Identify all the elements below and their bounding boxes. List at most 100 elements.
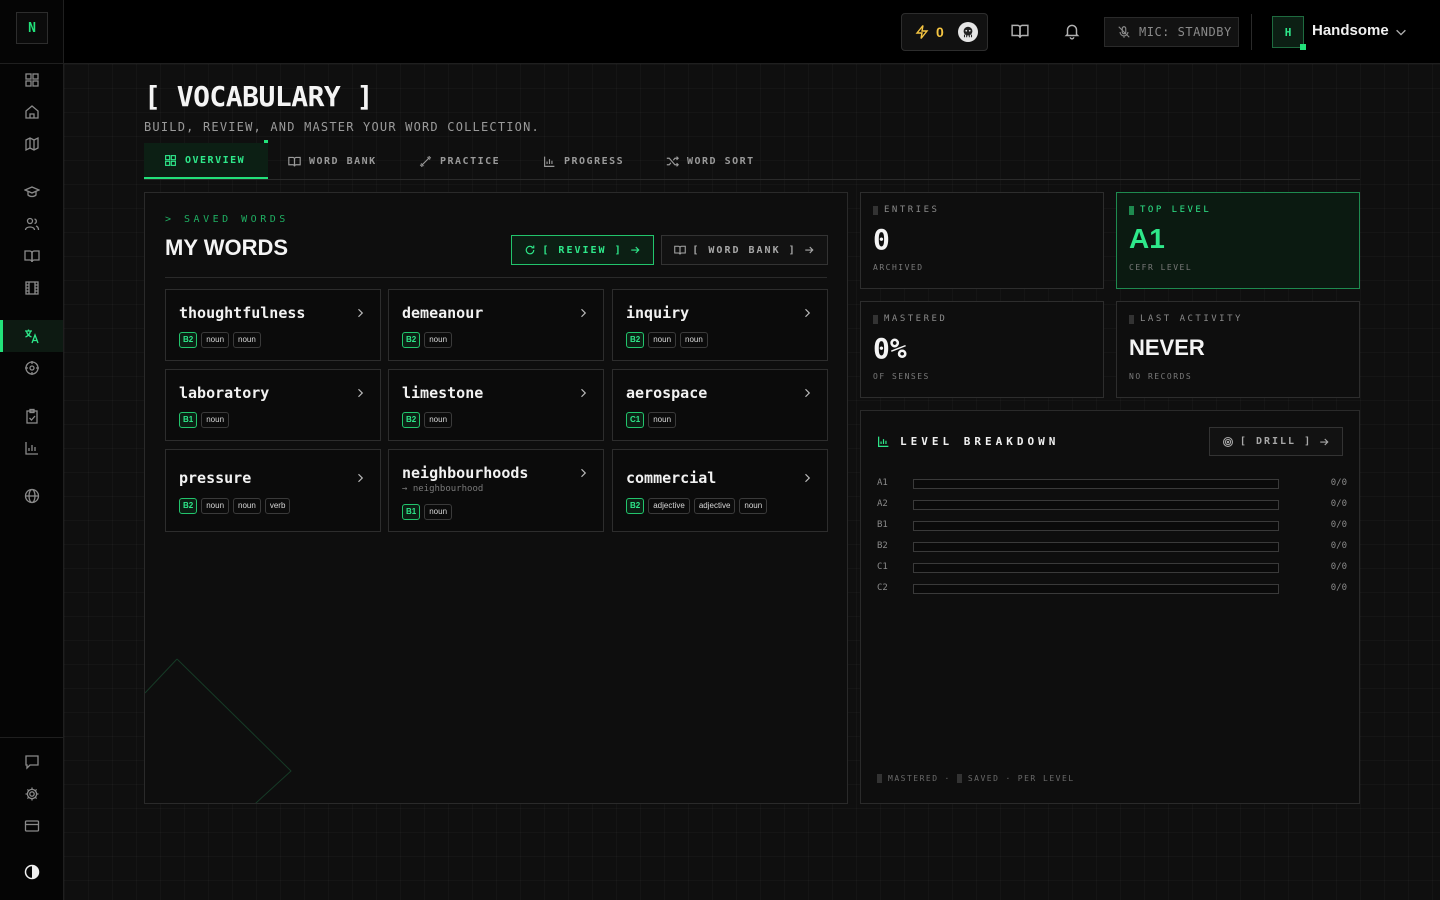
word-text: neighbourhoods xyxy=(402,464,529,482)
entries-value: 0 xyxy=(873,223,890,256)
level-row: B2 0/0 xyxy=(877,541,1347,553)
page-title: [ VOCABULARY ] xyxy=(144,80,374,113)
word-text: commercial xyxy=(626,469,717,487)
word-tags: C1 noun xyxy=(626,412,677,428)
word-card[interactable]: thoughtfulness B2 noun noun xyxy=(165,289,381,361)
cefr-level-badge: B2 xyxy=(626,332,645,348)
word-card[interactable]: aerospace C1 noun xyxy=(612,369,828,441)
part-of-speech-tag: noun xyxy=(424,412,453,428)
dashboard-icon[interactable] xyxy=(20,68,44,92)
theme-toggle-icon[interactable] xyxy=(20,860,44,884)
card-icon[interactable] xyxy=(20,814,44,838)
part-of-speech-tag: adjective xyxy=(693,498,736,514)
translate-icon[interactable] xyxy=(20,324,44,348)
globe-icon[interactable] xyxy=(20,484,44,508)
cefr-level-badge: B2 xyxy=(626,498,645,514)
dashboard-icon xyxy=(165,154,176,166)
mic-label: MIC: STANDBY xyxy=(1139,25,1232,39)
word-bank-button[interactable]: [ WORD BANK ] xyxy=(661,235,828,265)
level-count: 0/0 xyxy=(1330,478,1347,488)
level-count: 0/0 xyxy=(1330,562,1347,572)
book-icon[interactable] xyxy=(20,244,44,268)
part-of-speech-tag: noun xyxy=(648,412,677,428)
part-of-speech-tag: noun xyxy=(680,332,708,348)
sidebar: N xyxy=(0,0,64,900)
tab-label: WORD SORT xyxy=(687,155,755,167)
word-card[interactable]: demeanour B2 noun xyxy=(388,289,604,361)
word-lemma: → neighbourhood xyxy=(402,484,484,494)
review-button[interactable]: [ REVIEW ] xyxy=(511,235,654,265)
entries-stat-card: ENTRIES 0 ARCHIVED xyxy=(860,192,1104,289)
part-of-speech-tag: noun xyxy=(233,332,261,348)
level-row: B1 0/0 xyxy=(877,520,1347,532)
breakdown-legend: MASTERED · SAVED · PER LEVEL xyxy=(877,774,1075,783)
word-card[interactable]: laboratory B1 noun xyxy=(165,369,381,441)
xp-counter[interactable]: 0 xyxy=(901,13,988,51)
level-row: C1 0/0 xyxy=(877,562,1347,574)
word-card[interactable]: pressure B2 noun noun verb xyxy=(165,449,381,532)
last-activity-stat-card: LAST ACTIVITY NEVER NO RECORDS xyxy=(1116,301,1360,398)
legend-saved: SAVED xyxy=(967,774,1000,783)
chat-icon[interactable] xyxy=(20,750,44,774)
level-count: 0/0 xyxy=(1330,520,1347,530)
tab-progress[interactable]: PROGRESS xyxy=(523,143,644,179)
clipboard-icon[interactable] xyxy=(20,404,44,428)
cefr-level-badge: B2 xyxy=(179,332,198,348)
chevron-right-icon xyxy=(581,388,587,398)
level-label: C1 xyxy=(877,562,888,572)
part-of-speech-tag: noun xyxy=(201,498,230,514)
level-progress-bar xyxy=(913,521,1279,531)
settings-icon[interactable] xyxy=(20,782,44,806)
cefr-level-badge: B1 xyxy=(402,504,421,520)
word-tags: B2 noun xyxy=(402,332,453,348)
section-divider xyxy=(165,277,827,278)
mic-status[interactable]: MIC: STANDBY xyxy=(1104,17,1239,47)
cefr-level-badge: C1 xyxy=(626,412,645,428)
word-tags: B1 noun xyxy=(179,412,230,428)
target-icon[interactable] xyxy=(20,356,44,380)
tab-label: PRACTICE xyxy=(440,155,501,167)
bell-icon[interactable] xyxy=(1063,22,1081,40)
word-card[interactable]: inquiry B2 noun noun xyxy=(612,289,828,361)
tab-practice[interactable]: PRACTICE xyxy=(399,143,520,179)
user-name[interactable]: Handsome xyxy=(1312,22,1389,39)
book-open-icon[interactable] xyxy=(1011,22,1029,40)
drill-button[interactable]: [ DRILL ] xyxy=(1209,427,1343,456)
chevron-right-icon xyxy=(805,473,811,483)
bar-chart-icon[interactable] xyxy=(20,436,44,460)
chevron-down-icon[interactable] xyxy=(1394,25,1408,39)
arrow-right-icon xyxy=(1320,438,1329,445)
lightning-icon xyxy=(915,25,929,39)
part-of-speech-tag: noun xyxy=(201,412,230,428)
part-of-speech-tag: noun xyxy=(648,332,677,348)
tab-word-sort[interactable]: WORD SORT xyxy=(646,143,775,179)
tab-overview[interactable]: OVERVIEW xyxy=(144,143,268,179)
level-row: C2 0/0 xyxy=(877,583,1347,595)
word-text: thoughtfulness xyxy=(179,304,306,322)
film-icon[interactable] xyxy=(20,276,44,300)
decorative-diamond xyxy=(145,658,292,803)
word-card[interactable]: commercial B2 adjective adjective noun xyxy=(612,449,828,532)
part-of-speech-tag: noun xyxy=(233,498,261,514)
home-icon[interactable] xyxy=(20,100,44,124)
word-card[interactable]: limestone B2 noun xyxy=(388,369,604,441)
stat-footnote: OF SENSES xyxy=(873,372,930,381)
app-logo[interactable]: N xyxy=(16,12,48,44)
section-title: MY WORDS xyxy=(165,235,289,260)
shuffle-icon xyxy=(666,155,679,167)
users-icon[interactable] xyxy=(20,212,44,236)
graduation-cap-icon[interactable] xyxy=(20,180,44,204)
refresh-icon xyxy=(526,245,535,255)
map-icon[interactable] xyxy=(20,132,44,156)
level-label: B2 xyxy=(877,541,888,551)
part-of-speech-tag: noun xyxy=(739,498,768,514)
chevron-right-icon xyxy=(805,388,811,398)
online-indicator xyxy=(1300,44,1306,50)
level-progress-bar xyxy=(913,500,1279,510)
drill-button-label: [ DRILL ] xyxy=(1239,436,1313,447)
word-text: aerospace xyxy=(626,384,708,402)
tab-word-bank[interactable]: WORD BANK xyxy=(268,143,397,179)
word-tags: B2 adjective adjective noun xyxy=(626,498,768,514)
word-text: limestone xyxy=(402,384,484,402)
word-card[interactable]: neighbourhoods → neighbourhood B1 noun xyxy=(388,449,604,532)
